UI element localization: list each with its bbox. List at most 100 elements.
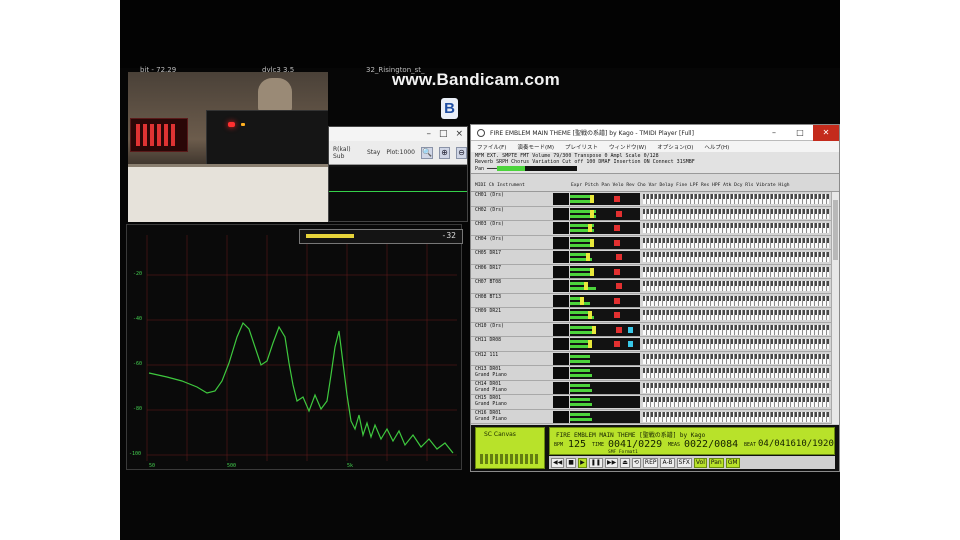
track-mute-block[interactable] [553,265,569,278]
menu-window[interactable]: ウィンドウ(W) [609,143,646,151]
volume-button[interactable]: Vol [693,457,707,468]
track-level-meter [570,280,640,292]
track-row[interactable]: CH04 (Drs) [471,235,831,250]
track-mute-block[interactable] [553,323,569,336]
peak-level-bar [306,234,354,238]
pan-button[interactable]: Pan [708,457,724,468]
x-tick-label: 500 [227,463,237,469]
close-button[interactable]: × [455,127,463,141]
fast-forward-button[interactable]: ▶▶ [604,457,619,468]
oscilloscope-titlebar[interactable]: – □ × [329,127,467,141]
track-level-meter [570,309,640,321]
track-mute-block[interactable] [553,367,569,379]
track-row[interactable]: CH11 DR08 [471,337,831,352]
play-button[interactable]: ▶ [577,457,587,468]
note-marker [588,311,592,319]
track-level-meter [570,193,640,205]
close-button[interactable]: ✕ [813,125,839,141]
track-mute-block[interactable] [553,236,569,249]
track-row[interactable]: CH02 (Drs) [471,206,831,221]
oscilloscope-window[interactable]: – □ × R(kal) Sub Stay Plot:1000 🔍 ⊕ ⊖ [328,126,468,222]
pause-button[interactable]: ❚❚ [588,457,603,468]
zoom-in-icon[interactable]: ⊕ [438,146,450,159]
loop-button[interactable]: ⟲ [631,457,641,468]
rewind-button[interactable]: ◀◀ [551,457,565,468]
track-mute-block[interactable] [553,396,569,408]
menu-help[interactable]: ヘルプ(H) [704,143,729,151]
scrollbar-thumb[interactable] [833,200,838,260]
sfx-button[interactable]: SFX [676,457,692,468]
track-mute-block[interactable] [553,381,569,394]
track-row[interactable]: CH01 (Drs) [471,192,831,207]
level-bar [570,369,590,372]
menu-play-mode[interactable]: 演奏モード(M) [517,143,554,151]
letterbox-top [120,0,840,68]
gm-button[interactable]: GM [725,457,740,468]
track-channel: CH05 DR17 [475,251,501,256]
hardware-synth-module [206,110,328,170]
led-digits [136,124,178,146]
track-row[interactable]: CH05 DR17 [471,250,831,265]
note-marker [590,195,594,203]
track-row[interactable]: CH07 BT08 [471,279,831,294]
repeat-button[interactable]: REP [642,457,659,468]
track-mute-block[interactable] [553,338,569,350]
track-row[interactable]: CH09 DR21 [471,308,831,323]
track-channel: CH01 (Drs) [475,193,504,198]
track-instrument: Grand Piano [475,387,507,393]
maximize-button[interactable]: □ [787,125,813,141]
track-mute-block[interactable] [553,352,569,365]
track-row[interactable]: CH08 BT13 [471,293,831,308]
track-mute-block[interactable] [553,222,569,234]
level-bar [570,403,592,406]
note-marker [590,209,594,218]
track-mute-block[interactable] [553,294,569,307]
x-tick-label: 50 [149,463,156,469]
spectrum-analyzer: -20 -40 -60 -80 -100 50 500 5k -32 [126,224,463,470]
menu-file[interactable]: ファイル(F) [477,143,506,151]
sc-canvas-panel[interactable]: SC Canvas [475,427,545,469]
menu-playlist[interactable]: プレイリスト [565,143,598,151]
transport-controls: ◀◀ ■ ▶ ❚❚ ▶▶ ⏏ ⟲ REP A-B SFX Vol Pan GM [549,456,835,469]
maximize-button[interactable]: □ [439,127,448,141]
minimize-button[interactable]: – [761,125,787,141]
tmidi-player-window[interactable]: FIRE EMBLEM MAIN THEME [聖戦の系譜] by Kago -… [470,124,840,472]
lcd-tempo: 125 [568,439,587,450]
track-row[interactable]: CH03 (Drs) [471,221,831,236]
track-scrollbar[interactable] [831,192,839,424]
track-mute-block[interactable] [553,207,569,220]
track-row[interactable]: CH06 DR17 [471,264,831,279]
track-channel: CH14 DR01 [475,381,501,387]
track-keyboard [643,411,829,422]
track-mute-block[interactable] [553,309,569,321]
track-keyboard [643,237,829,248]
track-list: CH01 (Drs) CH02 (Drs) CH03 (Drs) CH04 (Drs)… [471,192,831,424]
track-row[interactable]: CH14 DR01 Grand Piano [471,380,831,395]
track-channel: CH12 111 [475,352,499,358]
zoom-icon[interactable]: 🔍 [420,146,433,159]
track-keyboard [643,339,829,349]
track-row[interactable]: CH13 DR01 Grand Piano [471,366,831,381]
track-mute-block[interactable] [553,280,569,292]
track-row[interactable]: CH10 (Drs) [471,322,831,337]
minimize-button[interactable]: – [426,127,431,141]
velocity-marker [614,297,620,304]
playback-info-panel: MFM EXT. SMPTE FMT Volume 79/300 Transpo… [471,152,839,174]
eject-button[interactable]: ⏏ [620,457,630,468]
track-mute-block[interactable] [553,251,569,263]
level-bar [570,340,590,343]
lcd-tempo-label: BPM [554,442,564,448]
menu-options[interactable]: オプション(O) [657,143,693,151]
track-row[interactable]: CH15 DR01 Grand Piano [471,395,831,410]
bottom-control-panel: SC Canvas FIRE EMBLEM MAIN THEME [聖戦の系譜]… [471,425,839,471]
stop-button[interactable]: ■ [566,457,576,468]
zoom-out-icon[interactable]: ⊖ [455,146,467,159]
track-row[interactable]: CH16 DR01 Grand Piano [471,409,831,424]
track-row[interactable]: CH12 111 [471,351,831,366]
track-mute-block[interactable] [553,193,569,205]
track-keyboard [643,194,829,204]
track-mute-block[interactable] [553,410,569,423]
window-title: FIRE EMBLEM MAIN THEME [聖戦の系譜] by Kago -… [490,130,694,137]
oscilloscope-display [329,167,467,221]
ab-repeat-button[interactable]: A-B [660,457,675,468]
